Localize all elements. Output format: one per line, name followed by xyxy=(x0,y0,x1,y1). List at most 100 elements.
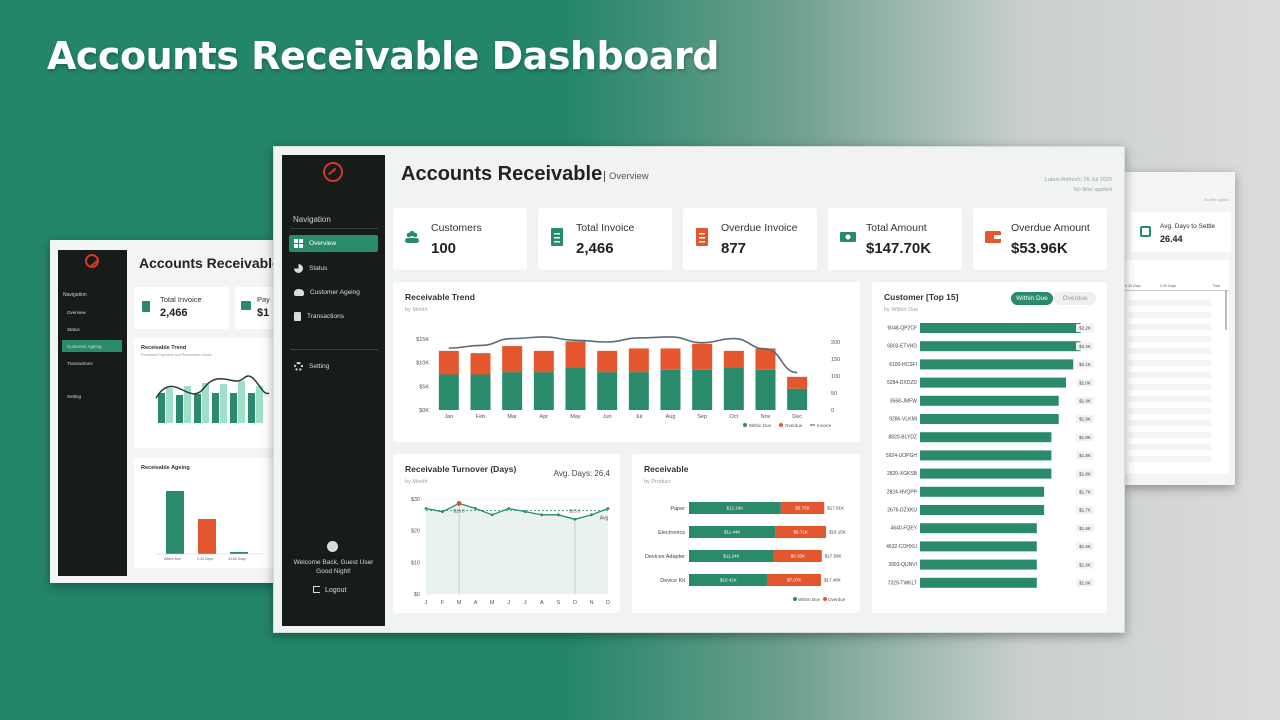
bar-overdue xyxy=(533,350,554,373)
data-point xyxy=(424,507,428,510)
bar-within-due xyxy=(438,374,459,410)
data-label: $6.35K xyxy=(791,554,805,559)
mini-ageing-panel: Receivable Ageing Within Due 0-30 Days 3… xyxy=(134,458,274,568)
y-tick-label: $10 xyxy=(411,560,420,566)
welcome-message: Welcome Back, Guest User Good Night! xyxy=(282,558,385,576)
sidebar-item-label: Setting xyxy=(309,363,330,370)
x-tick-label: O xyxy=(573,600,578,606)
data-point xyxy=(456,501,462,506)
data-point xyxy=(606,507,610,510)
data-label: $1.8K xyxy=(1079,435,1091,440)
mini-ageing-chart xyxy=(156,491,264,555)
category-label: Electronics xyxy=(658,530,685,536)
invoice-icon xyxy=(551,228,563,246)
main-screenshot: Navigation Overview Status Customer Agei… xyxy=(273,146,1125,633)
mini-kpi-value: 2,466 xyxy=(160,307,188,319)
category-label: Paper xyxy=(670,506,685,512)
legend-label: Invoice xyxy=(817,423,832,428)
mini-kpi-total-invoice: Total Invoice 2,466 xyxy=(134,287,229,329)
document-icon xyxy=(294,312,301,321)
kpi-value: $147.70K xyxy=(866,240,932,257)
sidebar-item-overview[interactable]: Overview xyxy=(289,235,378,252)
mini-nav-setting[interactable]: Setting xyxy=(62,390,122,402)
divider xyxy=(290,349,378,350)
data-label: $1.9K xyxy=(1079,399,1091,404)
x-tick-label: Jan xyxy=(444,414,453,420)
kpi-customers: Customers 100 xyxy=(393,208,527,270)
data-label: $2.0K xyxy=(1079,380,1091,385)
kpi-label: Total Amount xyxy=(866,222,927,234)
customer-label: 5284-DXDZD xyxy=(887,380,917,386)
data-point xyxy=(590,513,593,517)
sidebar-item-customer-ageing[interactable]: Customer Ageing xyxy=(289,284,378,301)
data-label: $1.6K xyxy=(1079,526,1091,531)
average-label: Avg xyxy=(600,515,609,521)
legend-marker xyxy=(743,423,747,427)
legend-label: Within Due xyxy=(749,423,772,428)
kpi-label: Overdue Invoice xyxy=(721,222,798,234)
mini-nav-transactions[interactable]: Transactions xyxy=(62,357,122,369)
y-tick-label: $0 xyxy=(414,592,420,598)
data-label: $1.6K xyxy=(1079,544,1091,549)
logout-label: Logout xyxy=(325,587,347,594)
welcome-line: Welcome Back, Guest User xyxy=(293,559,374,566)
calendar-icon xyxy=(1140,226,1151,237)
data-label: $10.41K xyxy=(720,578,737,583)
overdue-invoice-icon xyxy=(696,228,708,246)
mini-nav-status[interactable]: Status xyxy=(62,323,122,335)
mini-trend-panel: Receivable Trend Purchases Payments and … xyxy=(134,338,274,448)
logo-icon xyxy=(85,254,99,268)
data-label: $1.7K xyxy=(1079,508,1091,513)
nav-title: Navigation xyxy=(293,215,331,224)
bar-overdue xyxy=(502,346,523,373)
x-tick-label: M xyxy=(490,600,495,606)
y2-tick-label: 0 xyxy=(831,408,834,414)
sidebar-item-setting[interactable]: Setting xyxy=(289,358,378,375)
data-label: $11.44K xyxy=(724,530,740,535)
data-label: $1.8K xyxy=(1079,453,1091,458)
bar-within-due xyxy=(470,374,491,410)
greeting-line: Good Night! xyxy=(316,568,351,575)
bar-within-due xyxy=(533,372,554,410)
data-label: $1.6K xyxy=(1079,562,1091,567)
wallet-icon xyxy=(985,231,1001,243)
turnover-area xyxy=(426,503,608,594)
bar-overdue xyxy=(565,341,586,368)
scrollbar[interactable] xyxy=(1225,290,1227,330)
customer-bar xyxy=(920,559,1037,570)
data-label: $23.6 xyxy=(569,508,581,513)
total-label: $17.59K xyxy=(825,554,842,559)
data-label: $1.8K xyxy=(1079,471,1091,476)
mini-table-rows xyxy=(1129,294,1211,464)
kpi-total-invoice: Total Invoice 2,466 xyxy=(538,208,672,270)
sidebar-item-transactions[interactable]: Transactions xyxy=(289,308,378,325)
mini-nav-customer-ageing[interactable]: Customer Ageing xyxy=(62,340,122,352)
customer-label: 5924-UOPGH xyxy=(886,453,918,459)
page-title: Accounts Receivable xyxy=(401,163,603,185)
x-tick-label: Mar xyxy=(507,414,517,420)
customer-bar xyxy=(920,359,1074,370)
customer-top15-panel: Customer [Top 15] by Within Due Within D… xyxy=(872,282,1107,613)
people-icon xyxy=(294,289,304,296)
receivable-turnover-panel: Receivable Turnover (Days) by Month Avg.… xyxy=(393,454,620,613)
table-header-cell: 0-30 Days xyxy=(1125,284,1141,288)
customer-bar xyxy=(920,505,1045,515)
people-icon xyxy=(405,230,419,243)
sidebar-item-label: Transactions xyxy=(307,313,344,320)
x-tick-label: Feb xyxy=(476,414,485,420)
data-point xyxy=(523,510,527,514)
invoice-line xyxy=(448,336,798,374)
receivable-trend-panel: Receivable Trend by Month $0K $5K $10K $15K… xyxy=(393,282,860,442)
mini-nav-overview[interactable]: Overview xyxy=(62,306,122,318)
customer-label: 9286-VLKMI xyxy=(889,417,917,423)
logout-button[interactable]: Logout xyxy=(313,586,346,594)
mini-sidebar: Navigation Overview Status Customer Agei… xyxy=(58,250,127,576)
mini-kpi-label: Avg. Days to Settle xyxy=(1160,223,1216,230)
data-point xyxy=(507,507,511,510)
kpi-value: 100 xyxy=(431,240,457,257)
x-tick-label: N xyxy=(589,600,593,606)
slide-title: Accounts Receivable Dashboard xyxy=(47,34,719,78)
sidebar-item-status[interactable]: Status xyxy=(289,260,378,277)
total-label: $17.48K xyxy=(824,578,841,583)
kpi-overdue-invoice: Overdue Invoice 877 xyxy=(683,208,817,270)
